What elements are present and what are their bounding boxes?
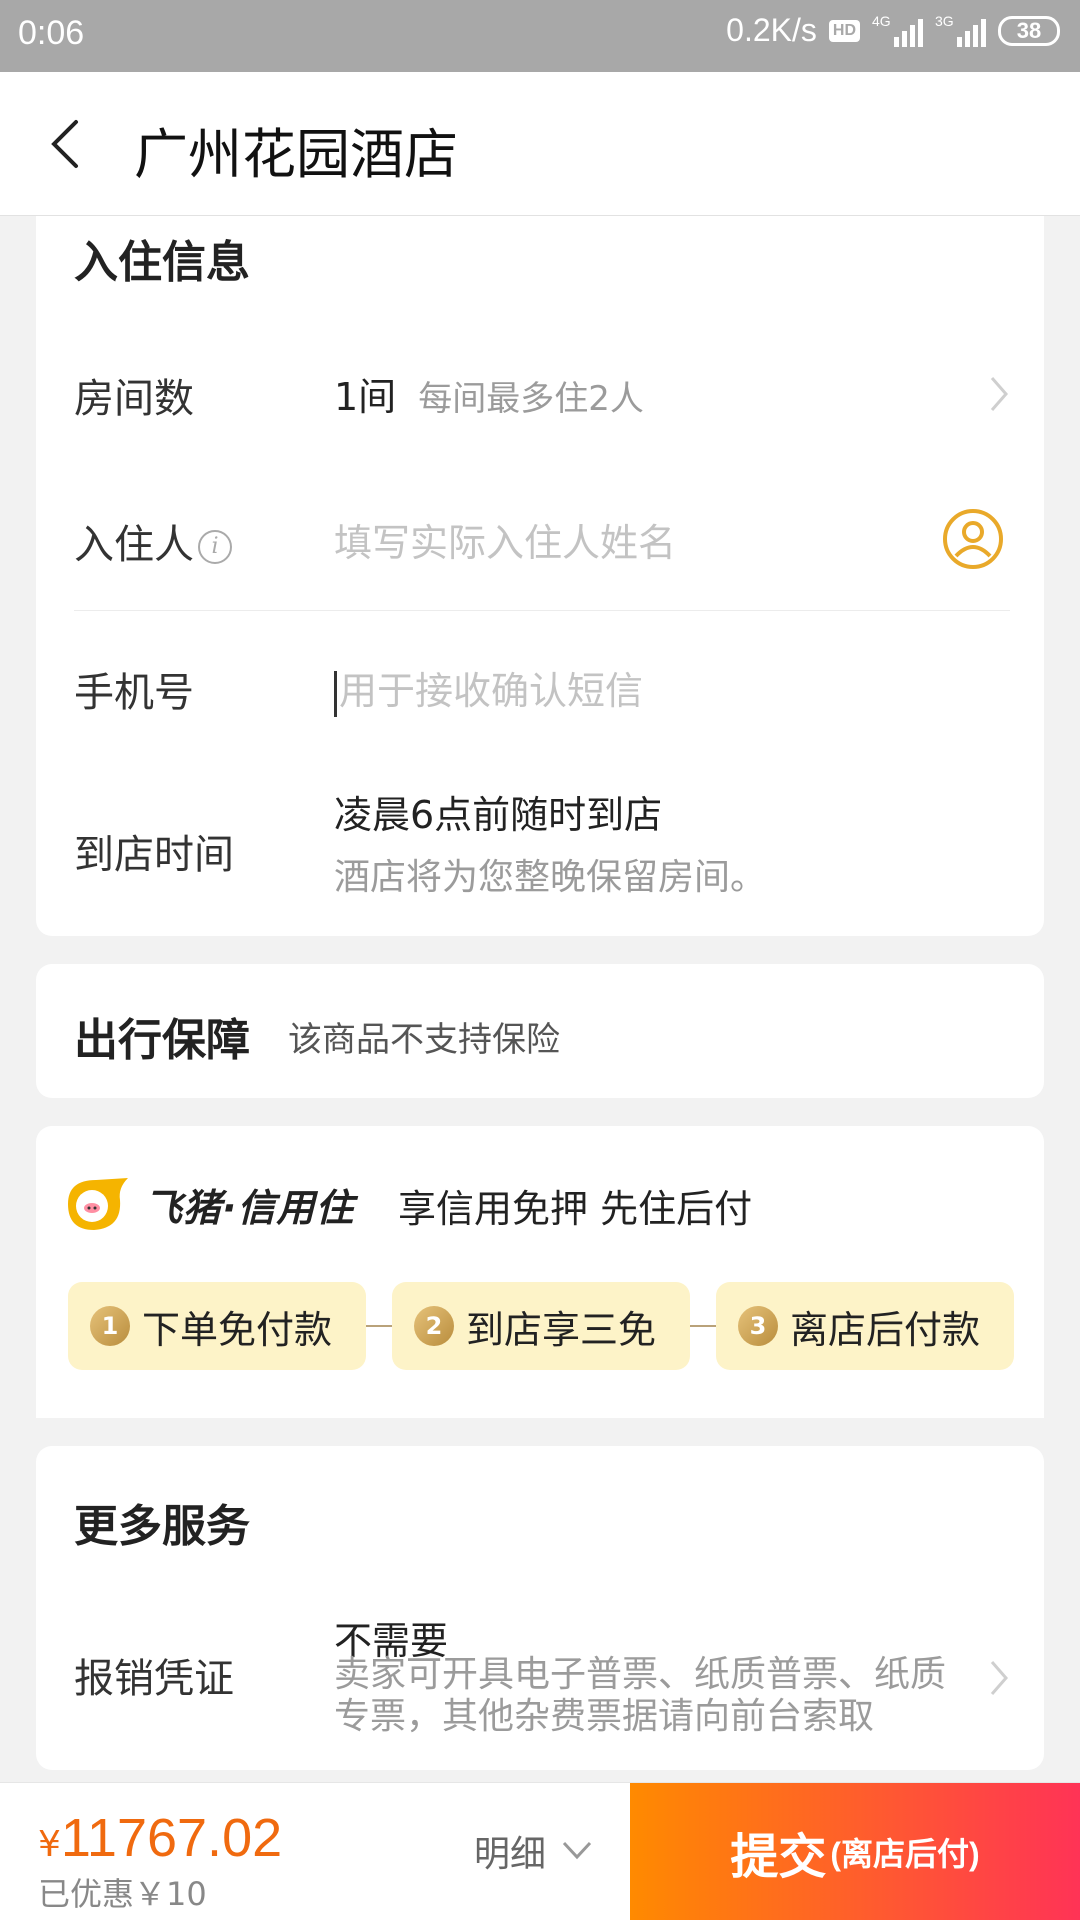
step-item: 3 离店后付款 bbox=[716, 1282, 1014, 1370]
step-item: 1 下单免付款 bbox=[68, 1282, 366, 1370]
checkin-title: 入住信息 bbox=[74, 237, 250, 288]
discount-text: 已优惠￥10 bbox=[38, 1875, 207, 1913]
chevron-right-icon[interactable] bbox=[986, 374, 1012, 414]
guest-label: 入住人 i bbox=[74, 512, 232, 570]
chevron-right-icon[interactable] bbox=[986, 1658, 1012, 1698]
submit-button[interactable]: 提交 (离店后付) bbox=[630, 1783, 1080, 1920]
chevron-down-icon bbox=[562, 1841, 592, 1860]
info-icon[interactable]: i bbox=[198, 530, 232, 564]
back-icon[interactable] bbox=[40, 116, 96, 172]
guest-input[interactable]: 填写实际入住人姓名 bbox=[334, 512, 894, 567]
travel-note: 该商品不支持保险 bbox=[288, 1020, 560, 1060]
bottom-bar: ¥11767.02 已优惠￥10 明细 提交 (离店后付) bbox=[0, 1782, 1080, 1920]
services-card: 更多服务 报销凭证 不需要 卖家可开具电子普票、纸质普票、纸质专票，其他杂费票据… bbox=[36, 1446, 1044, 1770]
invoice-label: 报销凭证 bbox=[74, 1656, 234, 1702]
signal-4g-icon: 4G bbox=[872, 13, 923, 47]
credit-steps: 1 下单免付款 2 到店享三免 3 离店后付款 bbox=[68, 1282, 1014, 1370]
step-item: 2 到店享三免 bbox=[392, 1282, 690, 1370]
rooms-label: 房间数 bbox=[74, 376, 194, 422]
phone-label: 手机号 bbox=[74, 670, 194, 716]
rooms-value: 1间 每间最多住2人 bbox=[334, 375, 644, 419]
signal-3g-icon: 3G bbox=[935, 13, 986, 47]
text-cursor bbox=[334, 670, 337, 717]
status-time: 0:06 bbox=[18, 14, 85, 52]
arrival-value: 凌晨6点前随时到店 bbox=[334, 793, 663, 837]
hd-icon: HD bbox=[828, 19, 860, 42]
page-header: 广州花园酒店 bbox=[0, 72, 1080, 216]
arrival-label: 到店时间 bbox=[74, 832, 234, 878]
checkin-card: 入住信息 房间数 1间 每间最多住2人 入住人 i 填写实际入住人姓名 手机号 用… bbox=[36, 216, 1044, 936]
divider bbox=[74, 610, 1010, 611]
total-price: ¥11767.02 bbox=[38, 1808, 283, 1868]
invoice-note: 卖家可开具电子普票、纸质普票、纸质专票，其他杂费票据请向前台索取 bbox=[334, 1654, 947, 1737]
rooms-note: 每间最多住2人 bbox=[418, 379, 644, 419]
services-title: 更多服务 bbox=[74, 1501, 250, 1552]
network-speed: 0.2K/s bbox=[726, 12, 817, 48]
travel-title: 出行保障 bbox=[74, 1015, 250, 1066]
fliggy-logo: 飞猪·信用住 bbox=[62, 1174, 354, 1234]
travel-card: 出行保障 该商品不支持保险 bbox=[36, 964, 1044, 1098]
contact-icon[interactable] bbox=[942, 508, 1004, 570]
fliggy-pig-icon bbox=[68, 1178, 128, 1230]
step-connector bbox=[690, 1325, 716, 1327]
step-connector bbox=[366, 1325, 392, 1327]
credit-slogan: 享信用免押 先住后付 bbox=[398, 1187, 753, 1231]
page-title: 广州花园酒店 bbox=[134, 123, 458, 186]
arrival-note: 酒店将为您整晚保留房间。 bbox=[334, 857, 767, 898]
status-bar: 0:06 0.2K/s HD 4G 3G 38 bbox=[0, 0, 1080, 72]
price-detail-button[interactable]: 明细 bbox=[474, 1825, 594, 1877]
battery-icon: 38 bbox=[998, 15, 1060, 46]
status-icons: 0.2K/s HD 4G 3G 38 bbox=[726, 12, 1060, 49]
credit-card: 飞猪·信用住 享信用免押 先住后付 1 下单免付款 2 到店享三免 3 离店后付… bbox=[36, 1126, 1044, 1418]
phone-input[interactable]: 用于接收确认短信 bbox=[334, 660, 954, 717]
fliggy-brand: 飞猪·信用住 bbox=[144, 1185, 355, 1230]
